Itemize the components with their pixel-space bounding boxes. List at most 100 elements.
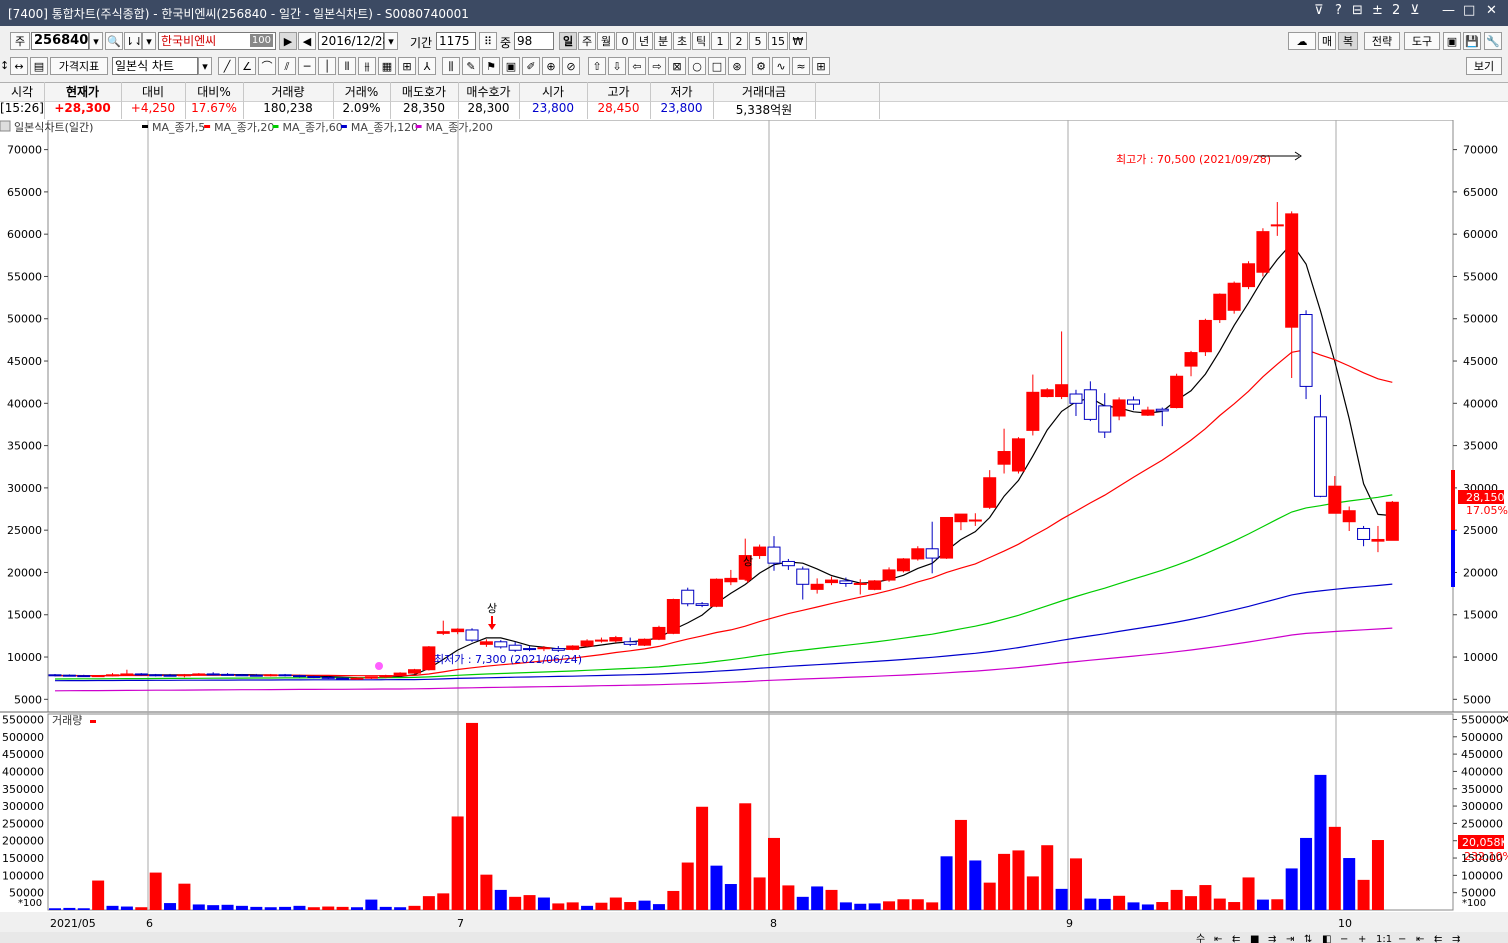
y-label-right: 10000: [1463, 651, 1498, 664]
quote-header: 매도호가: [401, 85, 447, 99]
interval-2-button[interactable]: 2: [730, 32, 748, 50]
down-arrow-icon[interactable]: ⇩: [608, 57, 626, 75]
vline-icon[interactable]: │: [318, 57, 336, 75]
trendline-icon[interactable]: ╱: [218, 57, 236, 75]
period-q-button[interactable]: 0: [616, 32, 634, 50]
scroll-icon[interactable]: ↔: [10, 57, 28, 75]
volume-bar: [451, 816, 464, 910]
config-icon[interactable]: ▤: [30, 57, 48, 75]
code-input[interactable]: 256840: [31, 32, 89, 50]
strategy-button[interactable]: 전략: [1364, 32, 1400, 50]
candle-body: [408, 669, 421, 674]
sort-icon[interactable]: ⇂⇃: [124, 32, 143, 50]
fibo-icon[interactable]: ▦: [378, 57, 396, 75]
square-icon[interactable]: □: [708, 57, 726, 75]
search-icon[interactable]: 🔍: [105, 32, 123, 50]
minimize-button[interactable]: —: [1442, 3, 1455, 18]
fan-icon[interactable]: ⫽: [278, 57, 296, 75]
table-icon[interactable]: ⊞: [812, 57, 830, 75]
pencil-icon[interactable]: ✎: [462, 57, 480, 75]
date-dropdown[interactable]: ▾: [384, 32, 398, 50]
candle-body: [594, 639, 608, 642]
price-index-button[interactable]: 가격지표: [50, 57, 108, 75]
candle-body: [364, 676, 378, 679]
interval-15-button[interactable]: 15: [768, 32, 788, 50]
chart-type-dropdown[interactable]: ▾: [198, 57, 212, 75]
count-input[interactable]: 98: [514, 32, 554, 50]
price-range-bar: [1451, 530, 1455, 587]
remove-icon[interactable]: ⊘: [562, 57, 580, 75]
box-icon[interactable]: ⊞: [398, 57, 416, 75]
next-icon[interactable]: ▶: [279, 32, 297, 50]
period-week-button[interactable]: 주: [578, 32, 596, 50]
legend-swatch: [204, 125, 211, 128]
close-button[interactable]: ✕: [1486, 3, 1497, 18]
sync-icon[interactable]: ±: [1372, 3, 1383, 18]
vol-label-right: 500000: [1461, 731, 1503, 744]
approx-icon[interactable]: ≈: [792, 57, 810, 75]
layout-icon[interactable]: ⊟: [1352, 3, 1363, 18]
arrow-icon[interactable]: ↕: [0, 57, 9, 75]
settings-icon[interactable]: 🔧: [1484, 32, 1502, 50]
currency-button[interactable]: ₩: [789, 32, 807, 50]
period-min-button[interactable]: 분: [654, 32, 672, 50]
cloud-icon[interactable]: ☁: [1288, 32, 1316, 50]
candle-body: [494, 641, 508, 648]
stock-chart[interactable]: 5000 5000 10000 10000 15000 15000 20000 20000 25…: [0, 120, 1508, 943]
period-tick-button[interactable]: 틱: [692, 32, 710, 50]
save-icon[interactable]: 💾: [1463, 32, 1481, 50]
period-month-button[interactable]: 월: [597, 32, 615, 50]
angle-icon[interactable]: ∠: [238, 57, 256, 75]
link-group-icon[interactable]: 2: [1392, 3, 1400, 18]
vol-label-right: 300000: [1461, 800, 1503, 813]
volume-bar: [1213, 898, 1226, 910]
left-arrow-icon[interactable]: ⇦: [628, 57, 646, 75]
period-sec-button[interactable]: 초: [673, 32, 691, 50]
x-label: 9: [1066, 917, 1073, 930]
tools-button[interactable]: 도구: [1404, 32, 1440, 50]
wave-icon[interactable]: ∿: [772, 57, 790, 75]
view-button[interactable]: 보기: [1466, 57, 1502, 75]
interval-1-button[interactable]: 1: [711, 32, 729, 50]
up-arrow-icon[interactable]: ⇧: [588, 57, 606, 75]
flag-icon[interactable]: ⚑: [482, 57, 500, 75]
settings2-icon[interactable]: ⚙: [752, 57, 770, 75]
period-day-button[interactable]: 일: [559, 32, 577, 50]
arc-icon[interactable]: ⌒: [258, 57, 276, 75]
period-input[interactable]: 1175: [436, 32, 476, 50]
multi-button[interactable]: 복: [1338, 32, 1358, 50]
window-icon[interactable]: ▣: [1443, 32, 1461, 50]
grid-icon[interactable]: ⫵: [358, 57, 376, 75]
code-dropdown[interactable]: ▾: [89, 32, 103, 50]
chart-type-select[interactable]: 일본식 차트: [112, 57, 198, 75]
period-year-button[interactable]: 년: [635, 32, 653, 50]
sort-dropdown[interactable]: ▾: [142, 32, 156, 50]
volume-bar: [1256, 899, 1269, 910]
volume-bar: [1228, 902, 1241, 910]
target-icon[interactable]: ⊛: [728, 57, 746, 75]
colorbox-icon[interactable]: ▣: [502, 57, 520, 75]
add-icon[interactable]: ⊕: [542, 57, 560, 75]
window-title: [7400] 통합차트(주식종합) - 한국비엔씨(256840 - 일간 - …: [8, 7, 469, 21]
interval-5-button[interactable]: 5: [749, 32, 767, 50]
stock-name-field[interactable]: 한국비엔씨 100: [158, 32, 276, 50]
circle-icon[interactable]: ○: [688, 57, 706, 75]
date-input[interactable]: 2016/12/28: [318, 32, 390, 50]
menu-icon[interactable]: ⊽: [1314, 3, 1324, 18]
note-icon[interactable]: ✐: [522, 57, 540, 75]
help-icon[interactable]: ?: [1335, 3, 1342, 18]
market-mode-button[interactable]: 주: [10, 32, 30, 50]
gann-icon[interactable]: ⫴: [338, 57, 356, 75]
right-arrow-icon[interactable]: ⇨: [648, 57, 666, 75]
hline-icon[interactable]: ─: [298, 57, 316, 75]
cross-icon[interactable]: ⊠: [668, 57, 686, 75]
collapse-icon[interactable]: ⊻: [1410, 3, 1420, 18]
grid-icon[interactable]: ⠿: [479, 32, 497, 50]
channel-icon[interactable]: ⫼: [442, 57, 460, 75]
trade-button[interactable]: 매: [1318, 32, 1336, 50]
fork-icon[interactable]: ⅄: [418, 57, 436, 75]
prev-icon[interactable]: ◀: [298, 32, 316, 50]
candle-body: [537, 647, 551, 650]
nav-control-icon: ⇉: [1452, 934, 1460, 943]
maximize-button[interactable]: □: [1463, 3, 1475, 18]
